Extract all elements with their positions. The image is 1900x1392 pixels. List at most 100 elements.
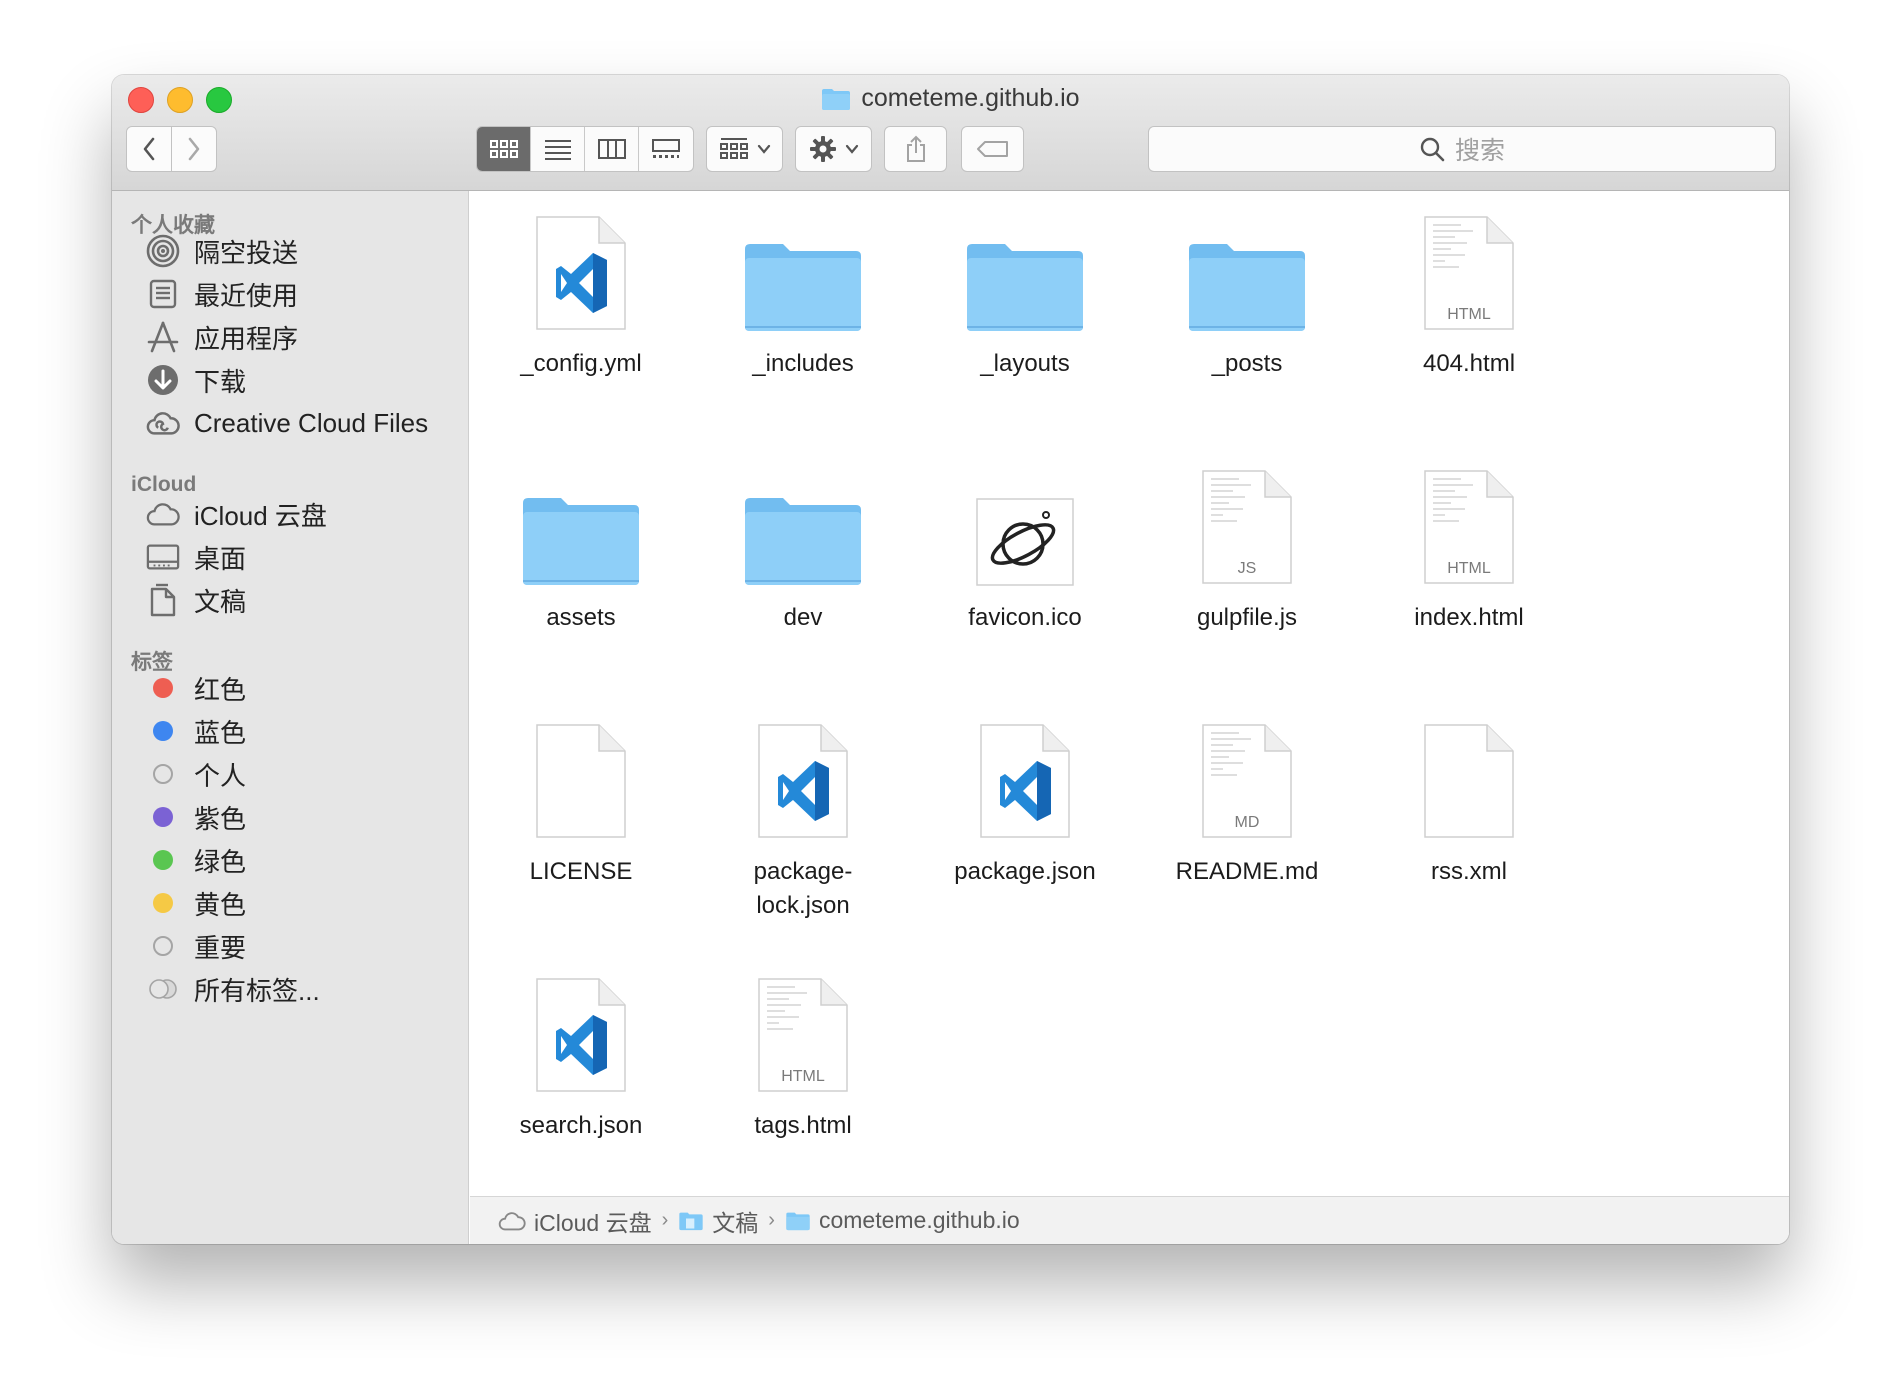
vscode-file-icon xyxy=(738,715,868,841)
sidebar-item-creative-cloud[interactable]: Creative Cloud Files xyxy=(146,403,428,443)
file-name: _posts xyxy=(1211,350,1283,377)
file-item[interactable]: JS gulpfile.js xyxy=(1136,461,1358,635)
search-field[interactable]: 搜索 xyxy=(1148,126,1776,172)
path-segment-documents[interactable]: 文稿 xyxy=(678,1204,758,1238)
path-segment-label: iCloud 云盘 xyxy=(534,1209,652,1236)
sidebar-item-label: 蓝色 xyxy=(194,717,247,748)
sidebar-item-icloud-drive[interactable]: iCloud 云盘 xyxy=(146,494,327,534)
file-name: assets xyxy=(546,604,616,631)
file-name: index.html xyxy=(1414,604,1524,631)
tag-dot-icon xyxy=(146,886,180,920)
share-button[interactable] xyxy=(884,126,947,172)
folder-item[interactable]: dev xyxy=(692,461,914,635)
file-item[interactable]: package- lock.json xyxy=(692,715,914,923)
back-button[interactable] xyxy=(126,126,172,172)
search-icon xyxy=(1420,137,1445,162)
tag-dot-icon xyxy=(146,800,180,834)
file-name: gulpfile.js xyxy=(1196,604,1298,631)
gallery-view-icon[interactable] xyxy=(639,127,693,171)
sidebar-tag-purple[interactable]: 紫色 xyxy=(146,797,246,837)
share-icon xyxy=(906,135,925,162)
sidebar-item-label: 绿色 xyxy=(194,846,247,877)
file-item[interactable]: rss.xml xyxy=(1358,715,1580,889)
sidebar-item-airdrop[interactable]: 隔空投送 xyxy=(146,231,298,271)
file-item[interactable]: package.json xyxy=(914,715,1136,889)
file-name: tags.html xyxy=(754,1112,852,1139)
folder-icon xyxy=(822,88,851,110)
blank-document-icon xyxy=(516,715,646,841)
folder-icon xyxy=(738,207,868,333)
sidebar-item-label: 最近使用 xyxy=(194,280,299,311)
folder-item[interactable]: _posts xyxy=(1136,207,1358,381)
path-separator: › xyxy=(768,1209,775,1231)
list-view-icon[interactable] xyxy=(531,127,585,171)
folder-icon xyxy=(516,461,646,587)
action-button[interactable] xyxy=(795,126,872,172)
file-name: package- lock.json xyxy=(753,858,853,919)
file-item[interactable]: favicon.ico xyxy=(914,461,1136,635)
sidebar-item-documents[interactable]: 文稿 xyxy=(146,580,246,620)
grid-group-icon xyxy=(719,138,748,159)
sidebar-item-label: 个人 xyxy=(194,760,247,791)
file-name: LICENSE xyxy=(529,858,633,885)
forward-button[interactable] xyxy=(171,126,217,172)
file-item[interactable]: HTML tags.html xyxy=(692,969,914,1143)
sidebar-item-applications[interactable]: 应用程序 xyxy=(146,317,298,357)
folder-item[interactable]: _includes xyxy=(692,207,914,381)
file-name: _includes xyxy=(752,350,854,377)
path-segment-icloud[interactable]: iCloud 云盘 xyxy=(498,1204,652,1238)
documents-icon xyxy=(146,583,180,617)
file-item[interactable]: search.json xyxy=(470,969,692,1143)
sidebar-item-downloads[interactable]: 下载 xyxy=(146,360,246,400)
svg-text:JS: JS xyxy=(1238,560,1257,577)
edit-tags-button[interactable] xyxy=(961,126,1024,172)
path-segment-current[interactable]: cometeme.github.io xyxy=(785,1207,1020,1234)
document-icon: HTML xyxy=(1404,461,1534,587)
sidebar-tag-blue[interactable]: 蓝色 xyxy=(146,711,246,751)
file-item[interactable]: HTML index.html xyxy=(1358,461,1580,635)
creative-cloud-icon xyxy=(146,406,180,440)
file-name: 404.html xyxy=(1422,350,1516,377)
file-item[interactable]: HTML 404.html xyxy=(1358,207,1580,381)
group-by-button[interactable] xyxy=(706,126,783,172)
icon-view-icon[interactable] xyxy=(477,127,531,171)
svg-text:HTML: HTML xyxy=(1447,560,1491,577)
sidebar-item-desktop[interactable]: 桌面 xyxy=(146,537,246,577)
sidebar-item-label: 隔空投送 xyxy=(194,237,299,268)
sidebar: 个人收藏 隔空投送 最近使用 应用程序 下载 Creative Cloud Fi… xyxy=(112,191,469,1244)
window-title-text: cometeme.github.io xyxy=(861,84,1080,112)
folder-item[interactable]: _layouts xyxy=(914,207,1136,381)
chevron-down-icon xyxy=(757,144,770,154)
sidebar-tag-red[interactable]: 红色 xyxy=(146,668,246,708)
svg-text:HTML: HTML xyxy=(781,1068,825,1085)
sidebar-tag-important[interactable]: 重要 xyxy=(146,926,246,966)
document-icon: JS xyxy=(1182,461,1312,587)
file-item[interactable]: LICENSE xyxy=(470,715,692,889)
sidebar-item-label: 下载 xyxy=(194,366,247,397)
desktop-icon xyxy=(146,540,180,574)
sidebar-item-label: 重要 xyxy=(194,932,247,963)
document-icon: MD xyxy=(1182,715,1312,841)
vscode-file-icon xyxy=(516,207,646,333)
sidebar-tag-green[interactable]: 绿色 xyxy=(146,840,246,880)
file-name: package.json xyxy=(954,858,1096,885)
sidebar-item-label: 应用程序 xyxy=(194,323,299,354)
sidebar-item-recents[interactable]: 最近使用 xyxy=(146,274,298,314)
vscode-file-icon xyxy=(960,715,1090,841)
file-item[interactable]: MD README.md xyxy=(1136,715,1358,889)
document-icon: HTML xyxy=(738,969,868,1095)
folder-item[interactable]: assets xyxy=(470,461,692,635)
folder-icon xyxy=(1182,207,1312,333)
svg-text:MD: MD xyxy=(1235,814,1260,831)
sidebar-tag-personal[interactable]: 个人 xyxy=(146,754,246,794)
sidebar-all-tags[interactable]: 所有标签... xyxy=(146,969,320,1009)
finder-window: cometeme.github.io 搜索 个人收藏 隔空投送 最近使用 应用程… xyxy=(112,75,1789,1244)
tag-dot-icon xyxy=(146,929,180,963)
view-mode-control xyxy=(476,126,694,172)
recents-icon xyxy=(146,277,180,311)
column-view-icon[interactable] xyxy=(585,127,639,171)
file-name: README.md xyxy=(1175,858,1319,885)
file-item[interactable]: _config.yml xyxy=(470,207,692,381)
sidebar-tag-yellow[interactable]: 黄色 xyxy=(146,883,246,923)
file-name: _config.yml xyxy=(520,350,642,377)
